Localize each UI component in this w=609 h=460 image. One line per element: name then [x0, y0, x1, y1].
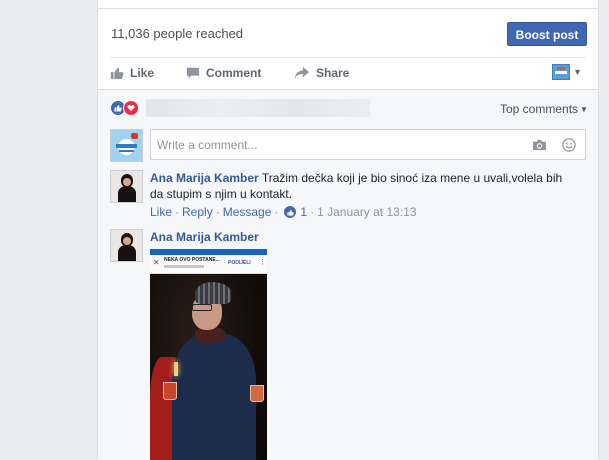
comment-message-link[interactable]: Message — [223, 205, 272, 219]
comment-reaction-count[interactable]: 1 — [300, 205, 307, 219]
post-card: 11,036 people reached Boost post Like Co… — [97, 0, 599, 460]
share-label: Share — [316, 66, 350, 80]
comment-input[interactable]: Write a comment... — [150, 129, 586, 160]
audience-selector[interactable]: ▼ — [552, 64, 582, 80]
like-label: Like — [130, 66, 155, 80]
thumbs-up-icon — [110, 67, 124, 80]
comment-author[interactable]: Ana Marija Kamber — [150, 171, 259, 185]
reactor-names-blurred — [146, 99, 370, 117]
photo-glass-left — [163, 382, 177, 400]
love-reaction-icon — [123, 100, 139, 116]
photo-glass-right — [250, 385, 264, 402]
comment-label: Comment — [206, 66, 262, 80]
boost-post-button[interactable]: Boost post — [507, 22, 587, 46]
share-icon — [295, 66, 309, 80]
comment-timestamp[interactable]: 1 January at 13:13 — [317, 205, 416, 219]
comments-section: Top comments ▼ Write a comment... Ana Mar… — [98, 89, 598, 460]
comment-button[interactable]: Comment — [186, 58, 261, 88]
page-avatar[interactable] — [110, 129, 143, 162]
photo-person-body — [172, 334, 256, 460]
photo-header-url-blur — [164, 265, 204, 268]
comment-text-line2: da stupim s njim u kontakt. — [150, 187, 293, 201]
commenter-avatar[interactable] — [110, 229, 143, 262]
comment-photo[interactable]: ✕ NEKA OVO POSTANE... PODIJELI ⋮ — [150, 249, 267, 460]
reach-count[interactable]: 11,036 people reached — [111, 26, 243, 41]
comment-actions: Like · Reply · Message · 1 · 1 January a… — [150, 205, 417, 219]
comment-placeholder: Write a comment... — [157, 138, 258, 152]
action-bar: Like Comment Share ▼ — [110, 58, 586, 88]
like-reaction-icon — [283, 205, 298, 219]
photo-person-hat — [195, 282, 231, 304]
photo-candle — [174, 362, 178, 376]
comment-icon — [186, 67, 200, 79]
emoji-icon[interactable] — [562, 138, 576, 152]
photo-header-text: NEKA OVO POSTANE... — [164, 257, 220, 263]
top-comments-dropdown[interactable]: Top comments ▼ — [500, 102, 588, 116]
comment-text-line1: Tražim dečka koji je bio sinoć iza mene … — [261, 171, 563, 185]
share-screen-header: ✕ NEKA OVO POSTANE... PODIJELI ⋮ — [150, 255, 267, 274]
comment-body: Ana Marija Kamber Tražim dečka koji je b… — [150, 170, 562, 202]
reaction-summary[interactable] — [110, 100, 139, 116]
close-icon: ✕ — [153, 258, 160, 267]
comment-body: Ana Marija Kamber — [150, 229, 259, 245]
commenter-avatar[interactable] — [110, 170, 143, 203]
chevron-down-icon: ▼ — [573, 67, 582, 77]
photo-share-button: PODIJELI — [228, 260, 251, 266]
share-button[interactable]: Share — [294, 58, 349, 88]
more-icon: ⋮ — [259, 259, 266, 266]
card-top-edge — [98, 0, 598, 9]
top-comments-label: Top comments — [500, 102, 579, 116]
caret-down-icon: ▼ — [580, 105, 588, 115]
like-button[interactable]: Like — [110, 58, 154, 88]
comment-author[interactable]: Ana Marija Kamber — [150, 230, 259, 244]
page-avatar-icon — [552, 64, 571, 80]
comment-like-link[interactable]: Like — [150, 205, 172, 219]
comment-reply-link[interactable]: Reply — [182, 205, 213, 219]
photo-glasses — [192, 304, 212, 311]
camera-icon[interactable] — [532, 139, 547, 151]
